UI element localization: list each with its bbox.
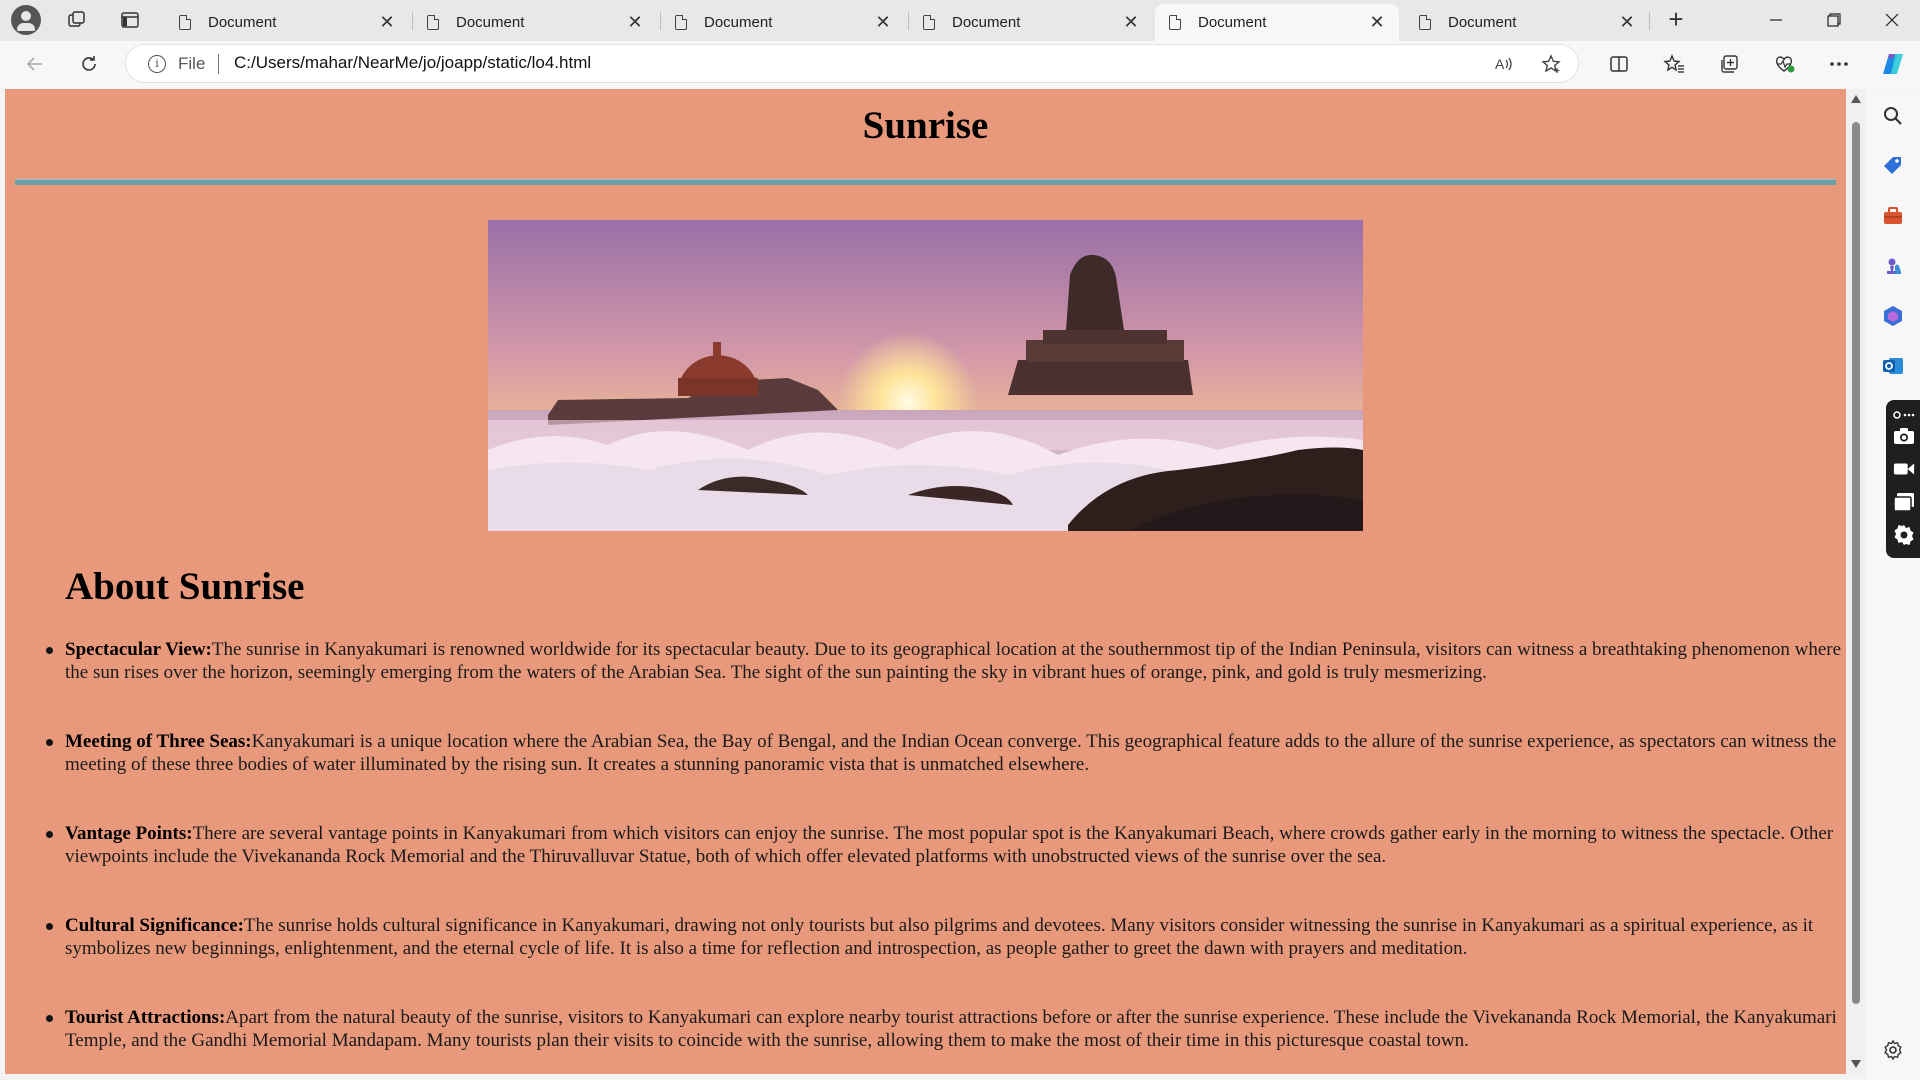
tab-title: Document: [704, 14, 773, 31]
search-icon[interactable]: [1881, 104, 1905, 128]
item-label: Vantage Points:: [65, 823, 193, 844]
tab-title: Document: [208, 14, 277, 31]
new-tab-button[interactable]: +: [1660, 4, 1692, 36]
edge-sidebar: [1866, 89, 1920, 1080]
minimize-icon[interactable]: [1748, 0, 1804, 40]
gear-icon[interactable]: [1893, 524, 1915, 546]
page-title: Sunrise: [862, 104, 989, 147]
close-tab-icon[interactable]: ✕: [1121, 12, 1141, 33]
address-bar[interactable]: i File C:/Users/mahar/NearMe/jo/joapp/st…: [126, 45, 1578, 82]
profile-avatar-icon[interactable]: [11, 5, 41, 35]
browser-tab[interactable]: Document ✕: [661, 4, 905, 41]
item-label: Cultural Significance:: [65, 915, 244, 936]
scroll-down-arrow-icon[interactable]: [1851, 1060, 1861, 1068]
close-tab-icon[interactable]: ✕: [377, 12, 397, 33]
url-divider: [218, 54, 219, 74]
shopping-tag-icon[interactable]: [1881, 154, 1905, 178]
reload-icon[interactable]: [72, 49, 106, 79]
screen-capture-toolbar: [1886, 400, 1920, 558]
list-item: Tourist Attractions:Apart from the natur…: [46, 1006, 1845, 1052]
tools-icon[interactable]: [1881, 204, 1905, 228]
document-icon: [923, 15, 935, 30]
read-aloud-icon[interactable]: A: [1491, 52, 1517, 76]
close-window-icon[interactable]: [1864, 0, 1920, 40]
document-icon: [1419, 15, 1431, 30]
outlook-icon[interactable]: [1881, 354, 1905, 378]
close-tab-icon[interactable]: ✕: [1617, 12, 1637, 33]
hero-image: [488, 220, 1363, 531]
browser-essentials-icon[interactable]: [1767, 49, 1801, 79]
url-text[interactable]: C:/Users/mahar/NearMe/jo/joapp/static/lo…: [234, 53, 591, 73]
back-arrow-icon[interactable]: [18, 49, 52, 79]
more-icon[interactable]: [1822, 49, 1856, 79]
split-screen-icon[interactable]: [1602, 49, 1636, 79]
browser-tab[interactable]: Document ✕: [413, 4, 657, 41]
browser-tab[interactable]: Document ✕: [165, 4, 409, 41]
item-label: Spectacular View:: [65, 639, 212, 660]
item-text: Apart from the natural beauty of the sun…: [65, 1007, 1837, 1051]
item-text: There are several vantage points in Kany…: [65, 823, 1834, 867]
close-tab-icon[interactable]: ✕: [625, 12, 645, 33]
browser-tab[interactable]: Document ✕: [909, 4, 1153, 41]
camera-icon[interactable]: [1893, 425, 1915, 447]
page-viewport: Sunrise About Sunrise Spectacular View:T…: [5, 89, 1846, 1074]
list-item: Vantage Points:There are several vantage…: [46, 822, 1845, 868]
list-item: Meeting of Three Seas:Kanyakumari is a u…: [46, 730, 1845, 776]
window-icon[interactable]: [1893, 491, 1915, 513]
tab-divider: [1649, 12, 1650, 30]
microsoft-365-icon[interactable]: [1881, 304, 1905, 328]
browser-tab-active[interactable]: Document ✕: [1155, 4, 1399, 41]
item-text: Kanyakumari is a unique location where t…: [65, 731, 1837, 775]
document-icon: [427, 15, 439, 30]
scrollbar-thumb[interactable]: [1852, 122, 1860, 1004]
video-icon[interactable]: [1893, 458, 1915, 480]
list-item: Spectacular View:The sunrise in Kanyakum…: [46, 638, 1845, 684]
collections-icon[interactable]: [1712, 49, 1746, 79]
item-label: Meeting of Three Seas:: [65, 731, 252, 752]
site-info-icon[interactable]: i: [148, 55, 166, 73]
item-label: Tourist Attractions:: [65, 1007, 226, 1028]
list-item: Cultural Significance:The sunrise holds …: [46, 914, 1845, 960]
item-text: The sunrise in Kanyakumari is renowned w…: [65, 639, 1842, 683]
restore-icon[interactable]: [1806, 0, 1862, 40]
browser-tab[interactable]: Document ✕: [1405, 4, 1649, 41]
tab-title: Document: [1198, 14, 1267, 31]
close-tab-icon[interactable]: ✕: [873, 12, 893, 33]
star-icon[interactable]: [1538, 52, 1564, 76]
document-icon: [179, 15, 191, 30]
svg-text:A: A: [1495, 56, 1505, 72]
tab-title: Document: [1448, 14, 1517, 31]
tab-title: Document: [456, 14, 525, 31]
games-icon[interactable]: [1881, 254, 1905, 278]
vertical-tabs-icon[interactable]: [112, 6, 148, 34]
capture-options-icon[interactable]: [1893, 404, 1915, 426]
page-scrollbar[interactable]: [1846, 89, 1866, 1074]
close-tab-icon[interactable]: ✕: [1367, 12, 1387, 33]
item-text: The sunrise holds cultural significance …: [65, 915, 1814, 959]
section-title: About Sunrise: [65, 565, 305, 608]
tab-strip: Document ✕ Document ✕ Document ✕ Documen…: [0, 0, 1920, 41]
scheme-label: File: [178, 54, 206, 73]
horizontal-rule: [15, 179, 1836, 185]
window-bottom-edge: [0, 1074, 1866, 1080]
copilot-icon[interactable]: [1876, 49, 1910, 79]
favorites-icon[interactable]: [1657, 49, 1691, 79]
document-icon: [1169, 15, 1181, 30]
settings-icon[interactable]: [1882, 1039, 1906, 1063]
workspaces-icon[interactable]: [59, 6, 95, 34]
scroll-up-arrow-icon[interactable]: [1851, 95, 1861, 103]
navigation-bar: i File C:/Users/mahar/NearMe/jo/joapp/st…: [0, 41, 1920, 88]
tab-title: Document: [952, 14, 1021, 31]
document-icon: [675, 15, 687, 30]
points-list: Spectacular View:The sunrise in Kanyakum…: [46, 638, 1845, 1074]
